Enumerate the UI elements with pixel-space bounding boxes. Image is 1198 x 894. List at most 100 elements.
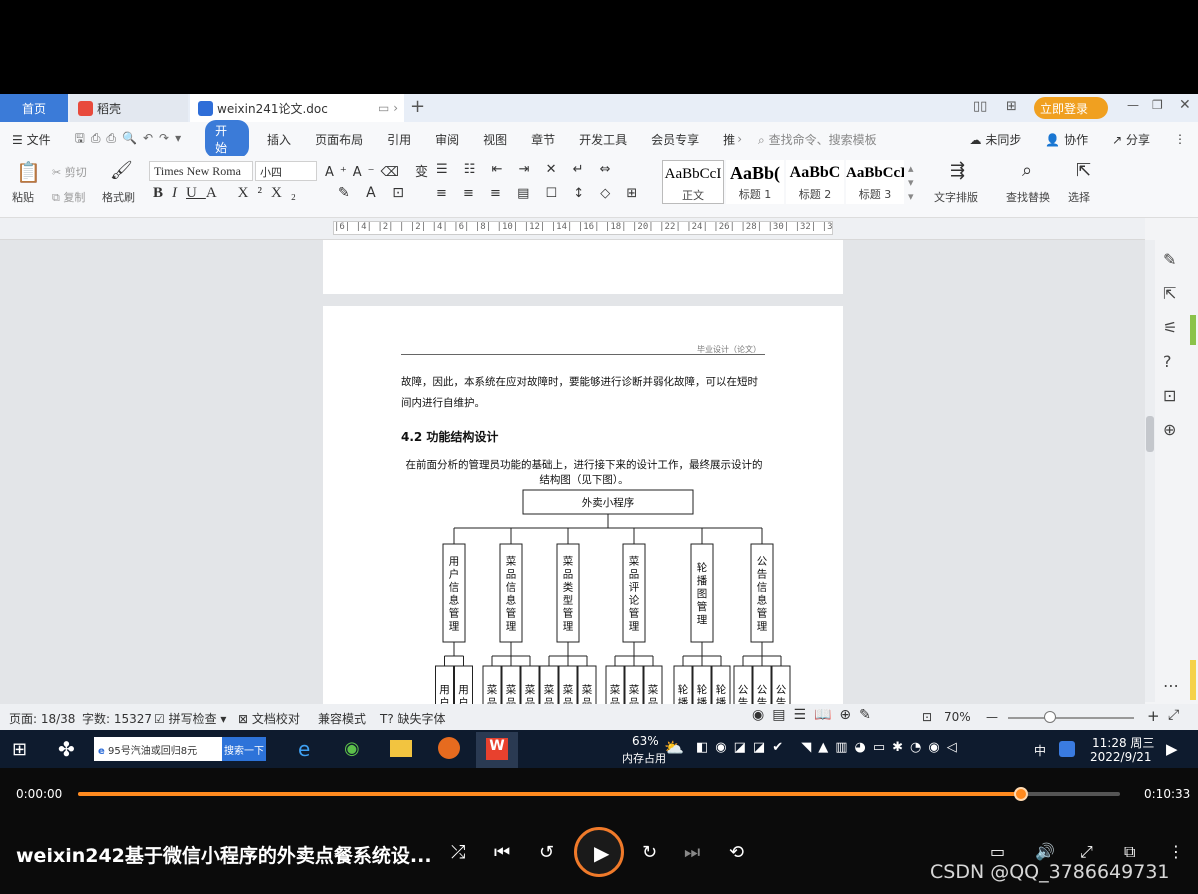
subtitles-icon[interactable]: ▭ bbox=[990, 842, 1005, 861]
zoom-in-button[interactable]: + bbox=[1147, 707, 1160, 725]
tab-home[interactable]: 首页 bbox=[0, 94, 68, 122]
menu-view[interactable]: 视图 bbox=[471, 131, 519, 148]
word-count[interactable]: 字数: 15327 bbox=[82, 710, 152, 727]
progress-handle[interactable] bbox=[1014, 787, 1028, 801]
collab-button[interactable]: 👤 协作 bbox=[1033, 131, 1100, 148]
close-button[interactable]: ✕ bbox=[1179, 97, 1191, 113]
restore-button[interactable]: ❐ bbox=[1152, 98, 1163, 112]
notification-icon[interactable]: ▶ bbox=[1166, 740, 1178, 758]
minimize-button[interactable]: — bbox=[1127, 98, 1139, 112]
sync-status[interactable]: ☁ 未同步 bbox=[957, 131, 1033, 148]
menu-member[interactable]: 会员专享 bbox=[639, 131, 711, 148]
wps-taskbar-item[interactable]: W bbox=[476, 732, 518, 768]
more-menu-icon[interactable]: ⋮ bbox=[1162, 132, 1198, 146]
page-indicator[interactable]: 页面: 18/38 bbox=[9, 710, 75, 727]
rewind-10-icon[interactable]: ↺ bbox=[539, 842, 554, 863]
style-heading-2[interactable]: AaBbC 标题 2 bbox=[786, 160, 844, 204]
copy-button[interactable]: ⧉ 复制 bbox=[52, 189, 85, 205]
document-page[interactable]: 毕业设计（论文） 故障，因此，本系统在应对故障时，要能够进行诊断并弱化故障，可以… bbox=[323, 306, 843, 704]
expand-icon[interactable]: ⤢ bbox=[1080, 842, 1093, 862]
share-button[interactable]: ↗ 分享 bbox=[1100, 131, 1162, 148]
menu-layout[interactable]: 页面布局 bbox=[303, 131, 375, 148]
list-indent-icons[interactable]: ☰ ☷ ⇤ ⇥ ✕ ↵ ⇔ bbox=[436, 162, 617, 177]
grid-icon[interactable]: ⊞ bbox=[1006, 99, 1017, 114]
horizontal-ruler[interactable]: |6| |4| |2| | |2| |4| |6| |8| |10| |12| … bbox=[0, 218, 1198, 240]
login-button[interactable]: 立即登录 bbox=[1034, 97, 1108, 119]
qq-tray-icon[interactable] bbox=[1059, 741, 1075, 757]
format-painter-icon[interactable]: 🖌 bbox=[110, 160, 133, 181]
more-options-icon[interactable]: ⋯ bbox=[1163, 676, 1179, 695]
find-replace-button[interactable]: 查找替换 bbox=[1006, 189, 1050, 205]
text-layout-icon[interactable]: ⇶ bbox=[950, 160, 965, 181]
fullscreen-icon[interactable]: ⤢ bbox=[1168, 707, 1179, 723]
zoom-slider[interactable] bbox=[1008, 717, 1134, 719]
ime-indicator[interactable]: 中 bbox=[1034, 742, 1046, 759]
location-icon[interactable]: ⊕ bbox=[1163, 420, 1176, 439]
font-size-select[interactable]: 小四 bbox=[255, 161, 317, 181]
progress-track[interactable] bbox=[78, 787, 1120, 801]
clock-time[interactable]: 11:28 周三 bbox=[1092, 734, 1154, 751]
browser-360-icon[interactable]: ◉ bbox=[344, 738, 360, 759]
scrollbar-thumb[interactable] bbox=[1146, 416, 1154, 452]
missing-font-button[interactable]: T? 缺失字体 bbox=[380, 710, 446, 727]
menu-recommend[interactable]: 推 bbox=[711, 131, 737, 148]
pip-icon[interactable]: ⧉ bbox=[1124, 842, 1135, 862]
select-cursor-icon[interactable]: ⇱ bbox=[1076, 160, 1091, 181]
text-layout-button[interactable]: 文字排版 bbox=[934, 189, 978, 205]
forward-30-icon[interactable]: ↻ bbox=[642, 842, 657, 863]
more-options-player-icon[interactable]: ⋮ bbox=[1168, 842, 1184, 861]
weather-icon[interactable]: ⛅ bbox=[664, 738, 684, 757]
taskbar-search-button[interactable]: 搜索一下 bbox=[222, 737, 266, 761]
cursor-select-icon[interactable]: ⇱ bbox=[1163, 284, 1176, 303]
tab-document[interactable]: weixin241论文.doc ▭ › bbox=[190, 94, 404, 122]
next-track-icon[interactable]: ⏭ bbox=[684, 842, 700, 863]
clock-date[interactable]: 2022/9/21 bbox=[1090, 750, 1152, 764]
find-replace-icon[interactable]: ⌕ bbox=[1022, 160, 1032, 181]
zoom-out-button[interactable]: — bbox=[986, 710, 998, 724]
new-tab-button[interactable]: + bbox=[410, 96, 425, 117]
shuffle-icon[interactable]: ⤮ bbox=[451, 842, 465, 863]
taskbar-search-box[interactable]: e 95号汽油或回归8元 bbox=[94, 737, 222, 761]
fit-page-icon[interactable]: ⊡ bbox=[922, 710, 932, 724]
menu-insert[interactable]: 插入 bbox=[255, 131, 303, 148]
repeat-icon[interactable]: ⟲ bbox=[729, 842, 744, 863]
select-button[interactable]: 选择 bbox=[1068, 189, 1090, 205]
quick-access-icons[interactable]: 🖫⎙⎙🔍↶↷▾ bbox=[63, 129, 200, 150]
volume-icon[interactable]: 🔊 bbox=[1035, 842, 1055, 861]
menu-more-icon[interactable]: › bbox=[737, 132, 742, 146]
style-normal[interactable]: AaBbCcI 正文 bbox=[662, 160, 724, 204]
play-button[interactable]: ▶ bbox=[574, 827, 624, 877]
image-tool-icon[interactable]: ⊡ bbox=[1163, 386, 1176, 405]
vertical-scrollbar[interactable] bbox=[1145, 240, 1155, 702]
zoom-level[interactable]: 70% bbox=[944, 710, 971, 724]
command-search[interactable]: ⌕ 查找命令、搜索模板 bbox=[758, 131, 957, 148]
style-heading-1[interactable]: AaBb(标题 1 bbox=[726, 160, 784, 204]
menu-developer[interactable]: 开发工具 bbox=[567, 131, 639, 148]
zoom-slider-handle[interactable] bbox=[1044, 711, 1056, 723]
style-scroll-icon[interactable]: ▴ ▾ ▾ bbox=[908, 162, 914, 204]
paste-button[interactable]: 粘贴 bbox=[12, 189, 34, 205]
tab-close-icon[interactable]: ▭ › bbox=[378, 101, 398, 115]
help-icon[interactable]: ? bbox=[1163, 352, 1172, 371]
menu-file[interactable]: ☰ 文件 bbox=[0, 131, 63, 148]
system-tray-icons[interactable]: ◧◉◪◪✔ ◥▲▥◕▭✱◔◉◁ bbox=[696, 740, 964, 755]
menu-review[interactable]: 审阅 bbox=[423, 131, 471, 148]
document-canvas[interactable]: 毕业设计（论文） 故障，因此，本系统在应对故障时，要能够进行诊断并弱化故障，可以… bbox=[0, 240, 1145, 704]
proofread-button[interactable]: ⊠ 文档校对 bbox=[238, 710, 300, 727]
recorder-app-icon[interactable] bbox=[438, 737, 460, 759]
font-name-select[interactable]: Times New Roma bbox=[149, 161, 253, 181]
menu-references[interactable]: 引用 bbox=[375, 131, 423, 148]
ie-browser-icon[interactable]: e bbox=[298, 737, 310, 761]
paste-icon[interactable]: 📋 bbox=[16, 160, 41, 184]
windows-start-icon[interactable]: ⊞ bbox=[12, 739, 27, 760]
app-launcher-icon[interactable]: ✤ bbox=[58, 737, 75, 761]
layout-icon[interactable]: ▯▯ bbox=[973, 99, 987, 114]
menu-chapter[interactable]: 章节 bbox=[519, 131, 567, 148]
file-explorer-icon[interactable] bbox=[390, 740, 412, 757]
highlight-color-icons[interactable]: ✎ A ⊡ bbox=[338, 185, 410, 201]
previous-track-icon[interactable]: ⏮ bbox=[494, 842, 510, 863]
tab-daoke[interactable]: 稻壳 bbox=[70, 94, 188, 122]
style-heading-3[interactable]: AaBbCcI 标题 3 bbox=[846, 160, 904, 204]
spell-check-button[interactable]: ☑ 拼写检查 ▾ bbox=[154, 710, 226, 727]
adjust-sliders-icon[interactable]: ⚟ bbox=[1163, 318, 1177, 337]
